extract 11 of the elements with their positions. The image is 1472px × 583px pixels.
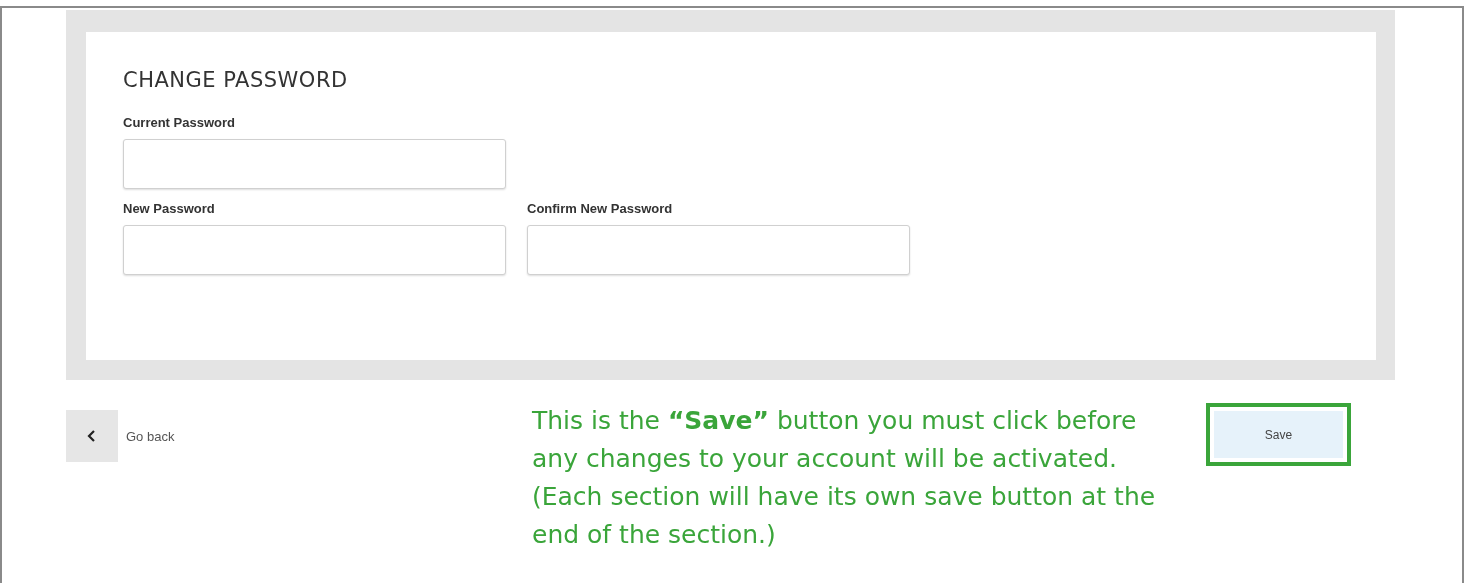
section-title: CHANGE PASSWORD [123, 68, 349, 92]
password-field[interactable] [527, 225, 910, 275]
password-field[interactable] [123, 139, 506, 189]
password-field[interactable] [123, 225, 506, 275]
field-label: New Password [123, 201, 216, 216]
field-label: Current Password [123, 115, 236, 130]
back-button[interactable] [66, 410, 118, 462]
save-button[interactable]: Save [1214, 411, 1343, 458]
callout-text: This is the “Save” button you must click before any changes to your account will be activated. (Each section will have its own save button at the end of the section.) [532, 405, 1157, 551]
field-label: Confirm New Password [527, 201, 674, 216]
back-link[interactable]: Go back [126, 428, 175, 444]
